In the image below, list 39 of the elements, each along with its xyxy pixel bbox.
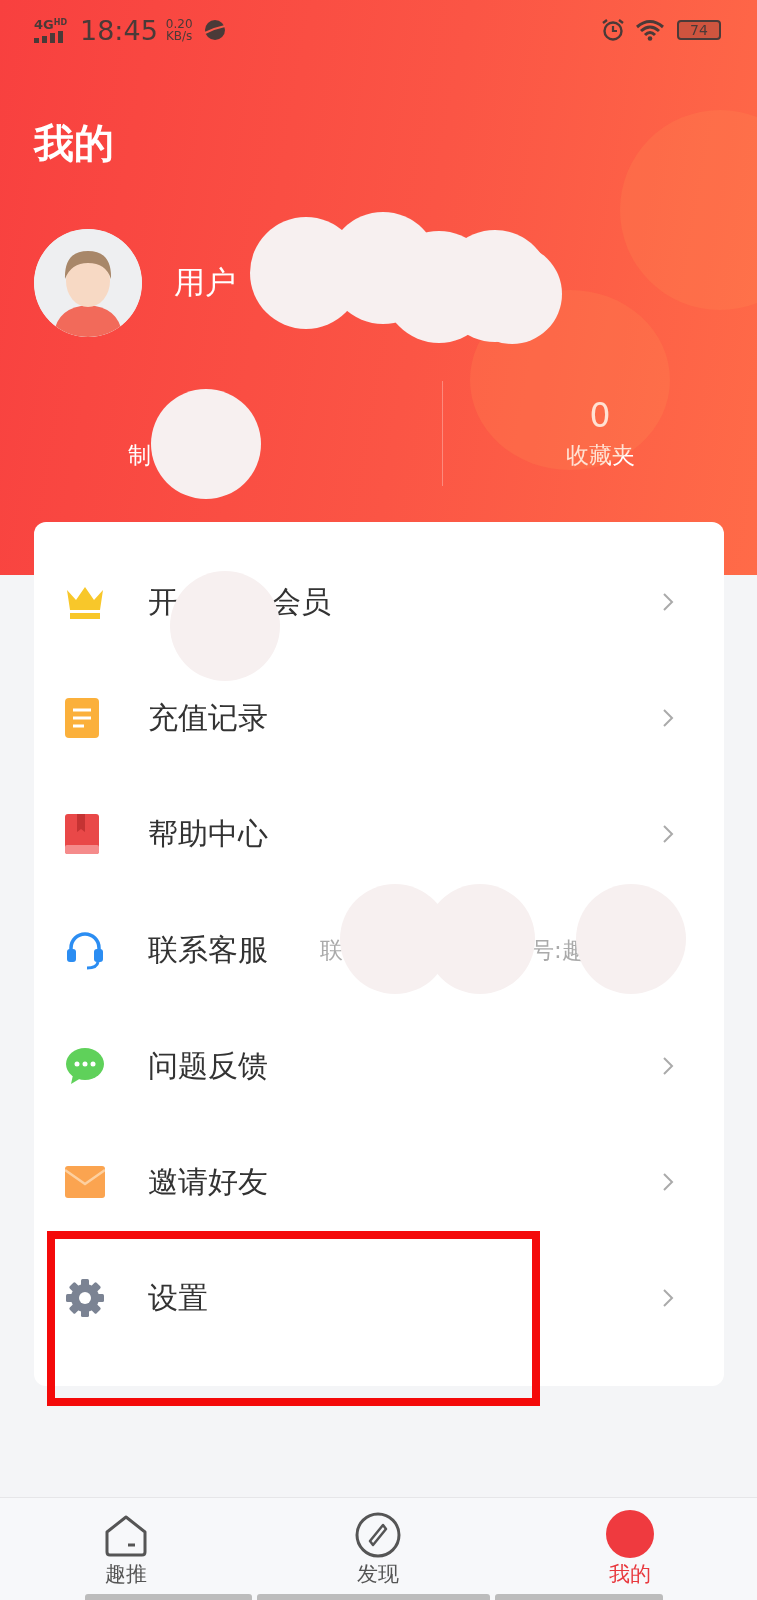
menu-label: 充值记录 <box>148 698 268 737</box>
envelope-icon <box>65 1166 105 1198</box>
speed-unit: KB/s <box>165 30 193 42</box>
chat-icon <box>65 1047 105 1085</box>
book-icon <box>65 814 99 854</box>
alarm-icon <box>601 18 625 42</box>
compass-icon <box>355 1512 401 1558</box>
menu-label: 帮助中心 <box>148 814 268 853</box>
avatar[interactable] <box>34 229 142 337</box>
stat-value: 0 <box>589 396 611 436</box>
settings-icon <box>65 1278 105 1318</box>
hd-label: HD <box>53 17 68 27</box>
menu-item[interactable]: 问题反馈 <box>34 1008 724 1124</box>
headset-icon <box>65 930 105 970</box>
menu-label: 问题反馈 <box>148 1046 268 1085</box>
tab[interactable]: 趣推 <box>0 1508 252 1588</box>
menu-item[interactable]: 设置 <box>34 1240 724 1356</box>
home-icon <box>104 1514 148 1558</box>
menu-label: 开 <box>148 582 178 621</box>
menu-note: 联 <box>320 935 343 965</box>
wifi-icon <box>635 19 665 41</box>
menu-label: 设置 <box>148 1278 208 1317</box>
menu-label: 联系客服 <box>148 930 268 969</box>
battery-level: 74 <box>677 20 721 40</box>
menu-item[interactable]: 帮助中心 <box>34 776 724 892</box>
network-type: 4G <box>34 17 54 31</box>
tab[interactable]: 发现 <box>252 1508 504 1588</box>
menu-label: 邀请好友 <box>148 1162 268 1201</box>
profile-icon <box>606 1510 654 1558</box>
note-icon <box>65 698 99 738</box>
menu-item[interactable]: 充值记录 <box>34 660 724 776</box>
username: 用户 <box>174 263 236 302</box>
clock-time: 18:45 <box>80 14 158 46</box>
page-title: 我的 <box>32 119 115 168</box>
network-speed: 0.20 <box>165 18 193 30</box>
menu-item[interactable]: 邀请好友 <box>34 1124 724 1240</box>
planet-icon <box>202 18 227 42</box>
tab[interactable]: 我的 <box>504 1508 756 1588</box>
signal-icon <box>34 30 64 43</box>
